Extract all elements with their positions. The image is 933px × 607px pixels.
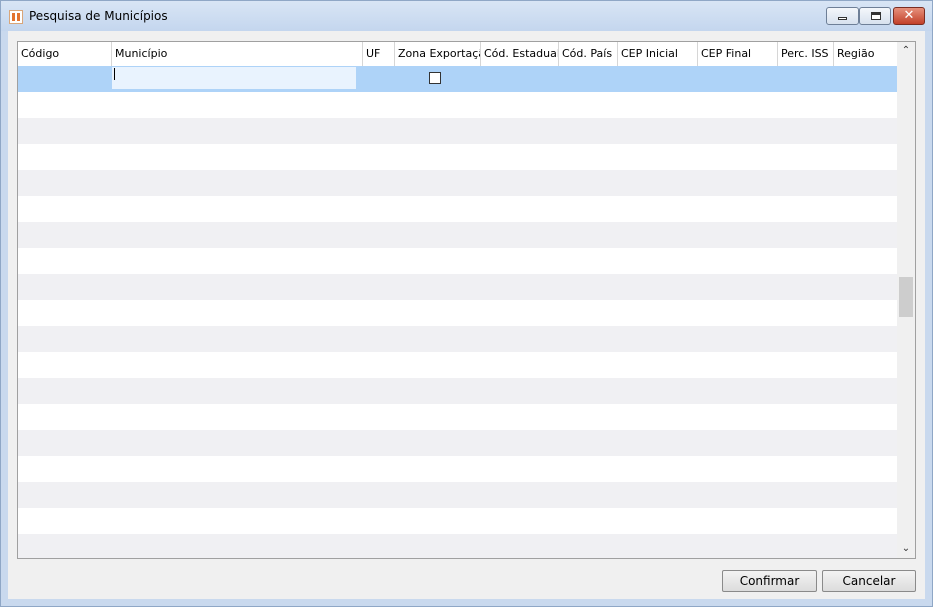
table-row[interactable]: [18, 300, 897, 326]
table-row[interactable]: [18, 144, 897, 170]
table-row[interactable]: [18, 404, 897, 430]
column-header-municipio[interactable]: Município: [112, 42, 363, 66]
close-button[interactable]: ✕: [893, 7, 925, 25]
table-row[interactable]: [18, 456, 897, 482]
table-row[interactable]: [18, 248, 897, 274]
text-caret: [114, 68, 115, 80]
zona-exportacao-checkbox[interactable]: [429, 72, 441, 84]
table-row[interactable]: [18, 482, 897, 508]
table-row[interactable]: [18, 326, 897, 352]
municipios-grid[interactable]: Código Município UF Zona Exportação Cód.…: [17, 41, 916, 559]
column-header-uf[interactable]: UF: [363, 42, 395, 66]
table-row[interactable]: [18, 196, 897, 222]
table-row[interactable]: [18, 118, 897, 144]
column-header-cod-pais[interactable]: Cód. País: [559, 42, 618, 66]
scroll-down-icon[interactable]: ⌄: [897, 540, 915, 558]
maximize-icon: [871, 12, 881, 20]
table-row[interactable]: [18, 534, 897, 558]
cancel-button[interactable]: Cancelar: [822, 570, 916, 592]
column-header-perc-iss[interactable]: Perc. ISS: [778, 42, 834, 66]
minimize-icon: [838, 17, 847, 20]
minimize-button[interactable]: [826, 7, 859, 25]
confirm-button[interactable]: Confirmar: [722, 570, 817, 592]
table-row-selected[interactable]: [18, 66, 897, 92]
column-header-cod-estadual[interactable]: Cód. Estadual: [481, 42, 559, 66]
dialog-window: Pesquisa de Municípios ✕ Código Municípi…: [0, 0, 933, 607]
column-header-regiao[interactable]: Região: [834, 42, 897, 66]
table-row[interactable]: [18, 352, 897, 378]
column-header-zona-exportacao[interactable]: Zona Exportação: [395, 42, 481, 66]
table-row[interactable]: [18, 430, 897, 456]
close-icon: ✕: [903, 8, 915, 23]
scrollbar-thumb[interactable]: [899, 277, 913, 317]
title-bar[interactable]: Pesquisa de Municípios ✕: [1, 1, 932, 31]
column-header-cep-final[interactable]: CEP Final: [698, 42, 778, 66]
column-header-codigo[interactable]: Código: [18, 42, 112, 66]
grid-header: Código Município UF Zona Exportação Cód.…: [18, 42, 897, 67]
table-row[interactable]: [18, 92, 897, 118]
maximize-button[interactable]: [859, 7, 891, 25]
dialog-body: Código Município UF Zona Exportação Cód.…: [8, 31, 925, 599]
app-icon: [9, 10, 23, 24]
table-row[interactable]: [18, 508, 897, 534]
window-title: Pesquisa de Municípios: [29, 9, 168, 23]
grid-rows: [18, 66, 897, 558]
table-row[interactable]: [18, 222, 897, 248]
scroll-up-icon[interactable]: ⌃: [897, 42, 915, 60]
vertical-scrollbar[interactable]: ⌃ ⌄: [897, 42, 915, 558]
table-row[interactable]: [18, 170, 897, 196]
table-row[interactable]: [18, 378, 897, 404]
municipio-edit-field[interactable]: [112, 67, 356, 89]
column-header-cep-inicial[interactable]: CEP Inicial: [618, 42, 698, 66]
table-row[interactable]: [18, 274, 897, 300]
